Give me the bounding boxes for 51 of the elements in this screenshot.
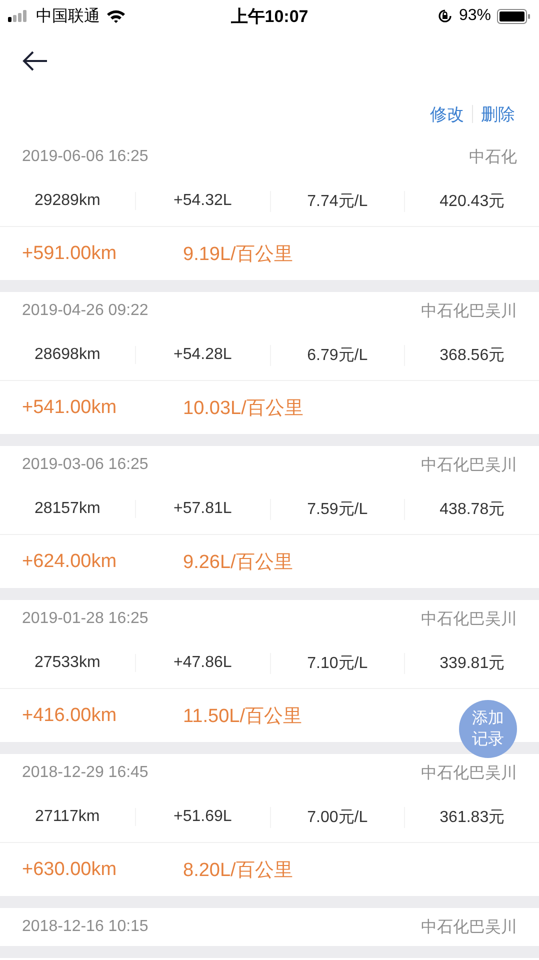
consumption-value: 8.20L/百公里 (183, 858, 293, 882)
odometer-value: 27533km (33, 654, 102, 672)
total-cost: 438.78元 (404, 498, 539, 520)
distance-value: +541.00km (22, 396, 118, 418)
record-date: 2019-01-28 16:25 (22, 610, 148, 628)
station-name: 中石化巴吴川 (421, 918, 517, 938)
total-cost: 368.56元 (404, 344, 539, 366)
unit-price: 6.79元/L (270, 344, 404, 366)
total-cost: 361.83元 (404, 806, 539, 828)
total-cost: 339.81元 (404, 652, 539, 674)
wifi-icon (106, 9, 126, 23)
total-cost: 420.43元 (404, 190, 539, 212)
station-name: 中石化巴吴川 (421, 302, 517, 322)
fuel-amount: +57.81L (134, 500, 270, 518)
unit-price: 7.59元/L (270, 498, 404, 520)
fuel-amount: +54.28L (134, 346, 270, 364)
fuel-amount: +54.32L (134, 192, 270, 210)
clock: 上午10:07 (230, 6, 308, 28)
station-name: 中石化巴吴川 (421, 610, 517, 630)
consumption-value: 9.19L/百公里 (183, 242, 293, 266)
rotation-lock-icon (436, 8, 453, 24)
station-name: 中石化巴吴川 (421, 456, 517, 476)
odometer-value: 28157km (33, 500, 102, 518)
odometer-value: 27117km (34, 808, 101, 826)
consumption-value: 11.50L/百公里 (183, 704, 302, 728)
odometer-value: 29289km (33, 192, 102, 210)
battery-percent: 93% (458, 7, 492, 25)
distance-value: +416.00km (22, 704, 118, 726)
record-date: 2019-04-26 09:22 (22, 302, 148, 320)
station-name: 中石化 (469, 148, 517, 168)
fuel-amount: +47.86L (134, 654, 270, 672)
distance-value: +591.00km (22, 242, 118, 264)
delete-link[interactable]: 删除 (479, 102, 517, 126)
record-date: 2018-12-29 16:45 (22, 764, 148, 782)
distance-value: +624.00km (22, 550, 118, 572)
fuel-amount: +51.69L (134, 808, 270, 826)
back-arrow-icon[interactable] (22, 51, 48, 71)
record-date: 2019-03-06 16:25 (22, 456, 148, 474)
odometer-value: 28698km (33, 346, 102, 364)
consumption-value: 9.26L/百公里 (183, 550, 293, 574)
record-date: 2019-06-06 16:25 (22, 148, 148, 166)
station-name: 中石化巴吴川 (421, 764, 517, 784)
unit-price: 7.10元/L (270, 652, 404, 674)
battery-icon (497, 8, 532, 24)
unit-price: 7.00元/L (270, 806, 404, 828)
distance-value: +630.00km (22, 858, 118, 880)
consumption-value: 10.03L/百公里 (183, 396, 304, 420)
unit-price: 7.74元/L (270, 190, 404, 212)
record-date: 2018-12-16 10:15 (22, 918, 148, 936)
edit-link[interactable]: 修改 (428, 102, 466, 126)
carrier: 中国联通 (36, 6, 100, 26)
